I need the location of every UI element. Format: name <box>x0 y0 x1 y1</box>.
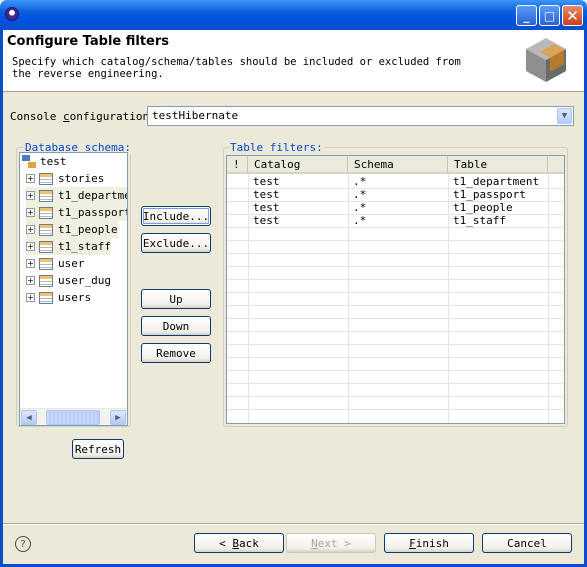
column-header-table[interactable]: Table <box>448 156 548 173</box>
table-icon <box>39 206 53 219</box>
tree-item-label: users <box>58 291 92 304</box>
cell-table: t1_people <box>453 201 513 214</box>
scrollbar-thumb[interactable] <box>46 410 100 425</box>
cell-schema: .* <box>353 201 367 214</box>
horizontal-scrollbar[interactable]: ◀ ▶ <box>20 408 127 425</box>
back-button[interactable]: < Back <box>194 533 284 553</box>
cell-catalog: test <box>253 201 280 214</box>
up-button[interactable]: Up <box>141 289 211 309</box>
table-icon <box>39 274 53 287</box>
expand-icon[interactable]: + <box>26 208 35 217</box>
table-icon <box>39 257 53 270</box>
title-bar[interactable] <box>0 0 587 30</box>
database-icon <box>22 154 36 169</box>
chevron-right-icon[interactable]: ▶ <box>110 410 126 425</box>
table-icon <box>39 172 53 185</box>
include-button[interactable]: Include... <box>141 206 211 226</box>
maximize-button[interactable]: □ <box>539 5 560 26</box>
chevron-down-icon[interactable]: ▼ <box>557 108 572 124</box>
table-icon <box>39 223 53 236</box>
tree-item-label: t1_passport <box>58 206 128 219</box>
cell-table: t1_department <box>453 175 540 188</box>
tree-item[interactable]: + t1_departme <box>26 187 128 204</box>
expand-icon[interactable]: + <box>26 191 35 200</box>
console-configuration-select[interactable]: testHibernate ▼ <box>147 106 574 126</box>
window-frame-left <box>0 30 3 567</box>
tree-item[interactable]: + stories <box>26 170 104 187</box>
table-icon <box>39 291 53 304</box>
refresh-button[interactable]: Refresh <box>72 439 124 459</box>
page-title: Configure Table filters <box>7 34 170 49</box>
column-header-schema[interactable]: Schema <box>348 156 448 173</box>
table-icon <box>39 240 53 253</box>
hibernate-logo-icon <box>526 38 566 82</box>
tree-item-label: t1_departme <box>58 189 128 202</box>
down-button[interactable]: Down <box>141 316 211 336</box>
cancel-button[interactable]: Cancel <box>482 533 572 553</box>
tree-item[interactable]: + t1_passport <box>26 204 128 221</box>
cell-schema: .* <box>353 175 367 188</box>
cell-catalog: test <box>253 175 280 188</box>
footer-separator <box>0 523 587 525</box>
tree-root[interactable]: test <box>22 153 67 170</box>
column-header-catalog[interactable]: Catalog <box>248 156 348 173</box>
help-icon[interactable]: ? <box>15 536 31 552</box>
table-filters-legend: Table filters: <box>229 141 324 154</box>
next-arrow-icon: > <box>344 536 351 550</box>
cell-table: t1_staff <box>453 214 506 227</box>
next-button[interactable]: Next > <box>286 533 376 553</box>
expand-icon[interactable]: + <box>26 242 35 251</box>
console-configuration-value: testHibernate <box>152 109 239 122</box>
tree-item-label: stories <box>58 172 105 185</box>
schema-tree[interactable]: test + stories + t1_departme + t1_passport … <box>19 152 128 426</box>
expand-icon[interactable]: + <box>26 276 35 285</box>
tree-item-label: user_dug <box>58 274 111 287</box>
console-configuration-label: Console configuration: <box>10 110 156 123</box>
remove-button[interactable]: Remove <box>141 343 211 363</box>
table-icon <box>39 189 53 202</box>
minimize-button[interactable]: _ <box>516 5 537 26</box>
column-header-exclude[interactable]: ! <box>227 156 248 173</box>
cell-schema: .* <box>353 188 367 201</box>
cell-catalog: test <box>253 188 280 201</box>
eclipse-app-icon <box>5 7 19 21</box>
cell-catalog: test <box>253 214 280 227</box>
finish-button[interactable]: Finish <box>384 533 474 553</box>
chevron-left-icon[interactable]: ◀ <box>21 410 37 425</box>
tree-item[interactable]: + t1_people <box>26 221 118 238</box>
back-arrow-icon: < <box>219 536 226 550</box>
tree-item[interactable]: + users <box>26 289 91 306</box>
expand-icon[interactable]: + <box>26 225 35 234</box>
tree-item-label: t1_staff <box>58 240 111 253</box>
tree-item-label: t1_people <box>58 223 118 236</box>
wizard-header: Configure Table filters Specify which ca… <box>0 30 587 92</box>
expand-icon[interactable]: + <box>26 259 35 268</box>
tree-item[interactable]: + user <box>26 255 85 272</box>
tree-root-label: test <box>40 155 67 168</box>
tree-item-label: user <box>58 257 85 270</box>
close-button[interactable]: ✕ <box>562 5 583 26</box>
expand-icon[interactable]: + <box>26 293 35 302</box>
expand-icon[interactable]: + <box>26 174 35 183</box>
filters-table[interactable]: ! Catalog Schema Table test .* t1_depart… <box>226 155 565 424</box>
tree-item[interactable]: + t1_staff <box>26 238 111 255</box>
page-description: Specify which catalog/schema/tables shou… <box>12 56 461 80</box>
cell-table: t1_passport <box>453 188 526 201</box>
table-header: ! Catalog Schema Table <box>227 156 564 174</box>
exclude-button[interactable]: Exclude... <box>141 233 211 253</box>
tree-item[interactable]: + user_dug <box>26 272 111 289</box>
cell-schema: .* <box>353 214 367 227</box>
